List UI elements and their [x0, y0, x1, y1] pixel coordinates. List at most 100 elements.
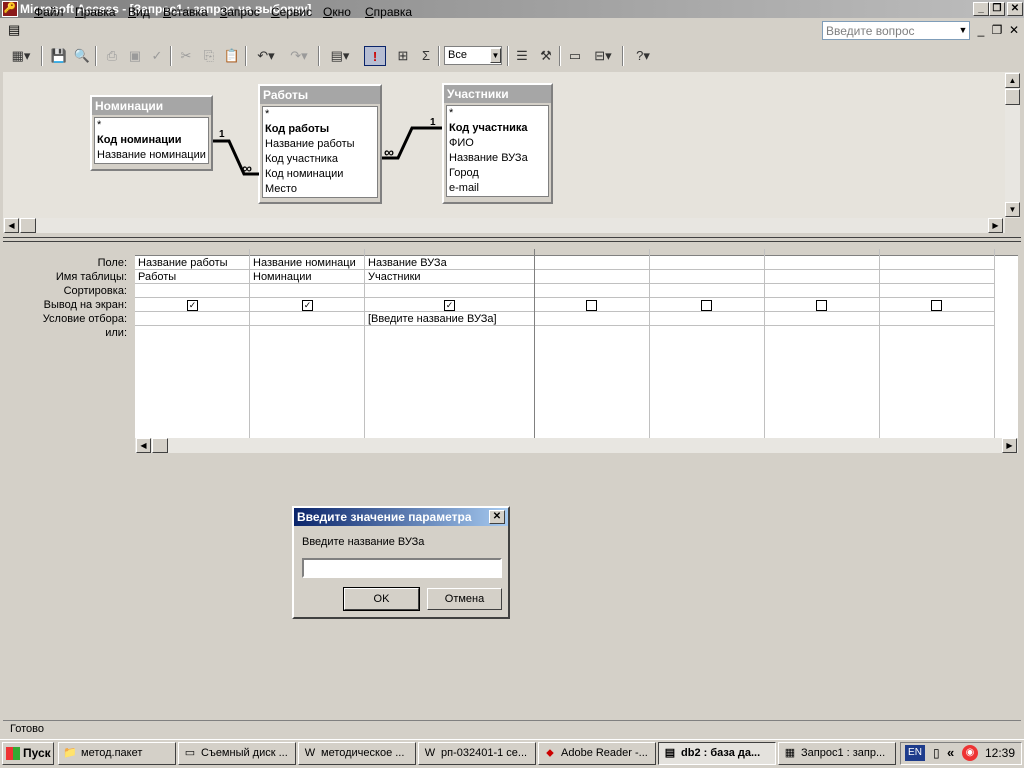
undo-icon[interactable]: ↶▾ — [251, 46, 281, 66]
show-checkbox[interactable]: ✓ — [302, 300, 313, 311]
mdi-restore-icon[interactable]: ❐ — [990, 23, 1004, 37]
grid-horizontal-scrollbar[interactable] — [135, 438, 1018, 453]
cell-field[interactable] — [650, 256, 764, 270]
cut-icon[interactable]: ✂ — [175, 46, 197, 66]
mdi-minimize-icon[interactable]: _ — [974, 23, 988, 37]
print-icon[interactable]: ⎙ — [101, 46, 123, 66]
show-checkbox[interactable] — [701, 300, 712, 311]
task-button[interactable]: ▭ Съемный диск ... — [178, 742, 296, 765]
preview-icon[interactable]: ▣ — [124, 46, 146, 66]
cell-field[interactable]: Название работы — [135, 256, 249, 270]
field-item[interactable]: Код участника — [263, 152, 377, 167]
cell-criteria[interactable] — [135, 312, 249, 326]
task-button[interactable]: ⬥ Adobe Reader -... — [538, 742, 656, 765]
scroll-right-icon[interactable]: ▶ — [1002, 438, 1017, 453]
cell-table[interactable] — [765, 270, 879, 284]
table-title[interactable]: Работы — [260, 86, 380, 104]
minimize-icon[interactable]: _ — [973, 2, 989, 16]
cell-table[interactable]: Номинации — [250, 270, 364, 284]
menu-query[interactable]: Запрос — [220, 5, 260, 19]
column-selector[interactable] — [650, 249, 764, 256]
scroll-up-icon[interactable]: ▲ — [1005, 73, 1020, 88]
cell-criteria[interactable] — [880, 312, 994, 326]
cell-sort[interactable] — [765, 284, 879, 298]
show-checkbox[interactable] — [816, 300, 827, 311]
column-selector[interactable] — [765, 249, 879, 256]
field-item[interactable]: * — [263, 107, 377, 122]
scroll-thumb[interactable] — [1005, 89, 1020, 105]
help-question-input[interactable]: Введите вопрос — [822, 21, 970, 40]
field-item[interactable]: * — [447, 106, 548, 121]
show-checkbox[interactable]: ✓ — [444, 300, 455, 311]
menu-window[interactable]: Окно — [323, 5, 351, 19]
grid-column[interactable] — [995, 249, 1018, 439]
menu-file[interactable]: Файл — [34, 5, 64, 19]
build-icon[interactable]: ⚒ — [535, 46, 557, 66]
design-grid[interactable]: Название работы Работы ✓ Название номина… — [135, 249, 1018, 439]
language-indicator[interactable]: EN — [905, 745, 925, 761]
show-checkbox[interactable] — [931, 300, 942, 311]
ok-button[interactable]: OK — [343, 587, 420, 611]
show-checkbox[interactable] — [586, 300, 597, 311]
cell-field[interactable]: Название номинаци — [250, 256, 364, 270]
scroll-thumb[interactable] — [152, 438, 168, 453]
task-button[interactable]: Wметодическое ... — [298, 742, 416, 765]
cell-table[interactable] — [650, 270, 764, 284]
field-item[interactable]: Место — [263, 182, 377, 197]
column-selector[interactable] — [250, 249, 364, 256]
access-key-icon[interactable]: 🔑 — [2, 1, 18, 17]
task-button[interactable]: ▦ Запрос1 : запр... — [778, 742, 896, 765]
upper-horizontal-scrollbar[interactable] — [3, 218, 1005, 233]
query-window-icon[interactable]: ▤ — [8, 22, 24, 38]
column-selector[interactable] — [880, 249, 994, 256]
table-nominations[interactable]: Номинации * Код номинации Название номин… — [90, 95, 213, 171]
column-selector[interactable] — [535, 249, 649, 256]
cell-sort[interactable] — [365, 284, 534, 298]
table-participants[interactable]: Участники * Код участника ФИО Название В… — [442, 83, 553, 204]
column-selector[interactable] — [365, 249, 534, 256]
cell-sort[interactable] — [250, 284, 364, 298]
table-title[interactable]: Номинации — [92, 97, 211, 115]
cell-sort[interactable] — [135, 284, 249, 298]
field-item[interactable]: ФИО — [447, 136, 548, 151]
print-preview-icon[interactable]: 🔍 — [71, 46, 93, 66]
field-item[interactable]: Город — [447, 166, 548, 181]
restore-icon[interactable]: ❐ — [989, 2, 1005, 16]
cell-table[interactable] — [535, 270, 649, 284]
cell-sort[interactable] — [650, 284, 764, 298]
scroll-thumb[interactable] — [20, 218, 36, 233]
run-icon[interactable]: ! — [364, 46, 386, 66]
grid-column[interactable]: Название работы Работы ✓ — [135, 249, 250, 439]
redo-icon[interactable]: ↷▾ — [284, 46, 314, 66]
tray-app-icon[interactable]: ▯ — [933, 746, 940, 760]
grid-column[interactable] — [650, 249, 765, 439]
parameter-input[interactable] — [302, 558, 502, 578]
close-icon[interactable]: ✕ — [1007, 2, 1023, 16]
cell-table[interactable]: Работы — [135, 270, 249, 284]
chevron-down-icon[interactable]: ▼ — [957, 23, 969, 38]
menu-view[interactable]: Вид — [128, 5, 150, 19]
menu-insert[interactable]: Вставка — [163, 5, 208, 19]
field-item[interactable]: Код номинации — [95, 133, 208, 148]
grid-column[interactable] — [765, 249, 880, 439]
menu-tools[interactable]: Сервис — [271, 5, 312, 19]
grid-column[interactable] — [535, 249, 650, 439]
scroll-down-icon[interactable]: ▼ — [1005, 202, 1020, 217]
scroll-right-icon[interactable]: ▶ — [988, 218, 1003, 233]
totals-icon[interactable]: Σ — [415, 46, 437, 66]
spelling-icon[interactable]: ✓ — [146, 46, 168, 66]
grid-column[interactable]: Название номинаци Номинации ✓ — [250, 249, 365, 439]
cell-field[interactable] — [880, 256, 994, 270]
table-title[interactable]: Участники — [444, 85, 551, 103]
paste-icon[interactable]: 📋 — [221, 46, 243, 66]
field-item[interactable]: Код работы — [263, 122, 377, 137]
start-button[interactable]: Пуск — [2, 742, 54, 765]
field-item[interactable]: Название ВУЗа — [447, 151, 548, 166]
cell-table[interactable] — [880, 270, 994, 284]
task-button[interactable]: Wрп-032401-1 се... — [418, 742, 536, 765]
field-item[interactable]: Код номинации — [263, 167, 377, 182]
pane-splitter[interactable] — [3, 237, 1021, 242]
field-item[interactable]: Название номинации — [95, 148, 208, 163]
query-type-icon[interactable]: ▤▾ — [325, 46, 355, 66]
cell-field[interactable]: Название ВУЗа — [365, 256, 534, 270]
